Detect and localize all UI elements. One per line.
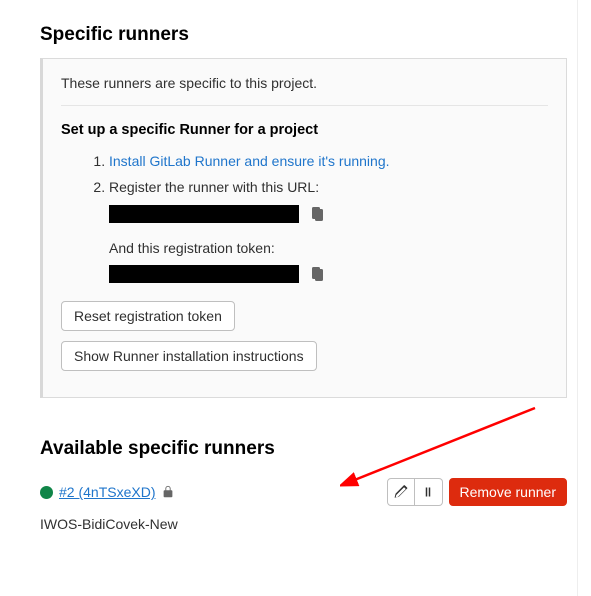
reset-token-button[interactable]: Reset registration token (61, 301, 235, 331)
available-runners-heading: Available specific runners (40, 438, 567, 460)
url-redacted (109, 205, 299, 223)
lock-icon (161, 485, 175, 499)
remove-runner-button[interactable]: Remove runner (449, 478, 568, 506)
status-online-icon (40, 486, 53, 499)
divider (61, 105, 548, 106)
setup-panel: These runners are specific to this proje… (40, 58, 567, 398)
copy-icon[interactable] (309, 266, 325, 282)
pause-icon (422, 486, 434, 498)
runner-id-link[interactable]: #2 (4nTSxeXD) (59, 484, 155, 500)
copy-icon[interactable] (309, 206, 325, 222)
setup-steps-list: Install GitLab Runner and ensure it's ru… (61, 150, 548, 283)
setup-title: Set up a specific Runner for a project (61, 122, 548, 138)
specific-runners-heading: Specific runners (40, 24, 567, 46)
pause-runner-button[interactable] (415, 478, 443, 506)
show-install-instructions-button[interactable]: Show Runner installation instructions (61, 341, 317, 371)
runner-row: #2 (4nTSxeXD) Remove runner (40, 478, 567, 506)
runner-description: IWOS-BidiCovek-New (40, 516, 567, 532)
install-runner-link[interactable]: Install GitLab Runner and ensure it's ru… (109, 153, 390, 169)
panel-description: These runners are specific to this proje… (61, 75, 548, 91)
edit-runner-button[interactable] (387, 478, 415, 506)
step-2-text: Register the runner with this URL: (109, 179, 319, 195)
token-label: And this registration token: (109, 237, 548, 259)
token-redacted (109, 265, 299, 283)
step-2: Register the runner with this URL: And t… (109, 176, 548, 283)
step-1: Install GitLab Runner and ensure it's ru… (109, 150, 548, 172)
right-column-sliver (577, 0, 591, 596)
pencil-icon (394, 485, 408, 499)
